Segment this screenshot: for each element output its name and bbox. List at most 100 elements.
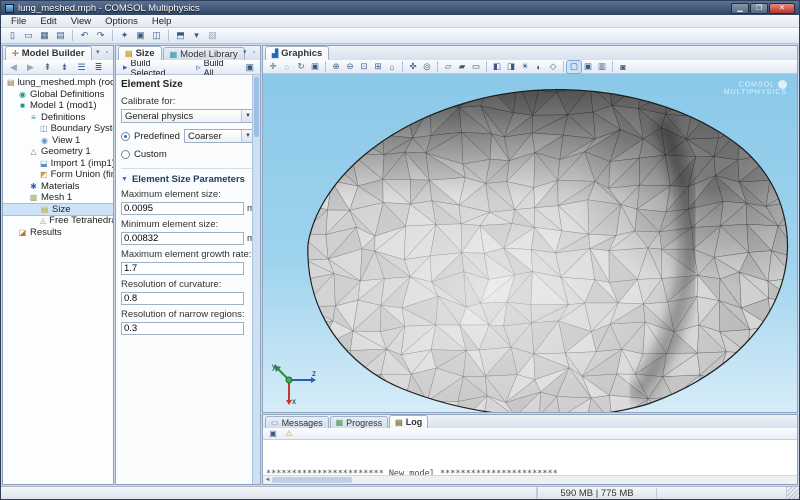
show-options-icon[interactable]: ≣	[91, 61, 106, 74]
view-yz-icon[interactable]: ▰	[455, 61, 469, 73]
perspective-icon[interactable]: ◨	[504, 61, 518, 73]
clear-log-icon[interactable]: ▣	[267, 429, 279, 439]
panel-buttons[interactable]: ▾ ▫	[243, 48, 257, 56]
resize-grip[interactable]	[787, 487, 799, 499]
tree-model-1[interactable]: ■ Model 1 (mod1)	[3, 100, 113, 112]
settings-tab[interactable]: ▤ Size	[118, 46, 162, 60]
tree-geometry-1[interactable]: △ Geometry 1	[3, 146, 113, 158]
go-to-default-view-icon[interactable]: ⌂	[385, 61, 399, 73]
dropdown-icon[interactable]: ▾	[189, 29, 204, 42]
minimum-element-size-field[interactable]	[121, 232, 244, 245]
lung-mesh-model[interactable]	[263, 74, 797, 412]
build-selected-icon: ▸	[123, 62, 128, 72]
tile-windows-icon[interactable]: ◫	[149, 29, 164, 42]
tree-root[interactable]: ▤ lung_meshed.mph (root)	[3, 77, 113, 89]
preferences-icon[interactable]: ✦	[117, 29, 132, 42]
settings-tab[interactable]: ▦ Model Library	[162, 47, 245, 60]
orthographic-icon[interactable]: ◧	[490, 61, 504, 73]
calibrate-for-select[interactable]: General physics ▼	[121, 109, 255, 123]
forward-icon[interactable]: ▶	[23, 61, 38, 74]
params-section-header[interactable]: ▼ Element Size Parameters	[121, 168, 255, 185]
back-icon[interactable]: ◀	[6, 61, 21, 74]
expand-all-icon[interactable]: ⇟	[57, 61, 72, 74]
zoom-extents-icon[interactable]: ⊡	[357, 61, 371, 73]
tree-mesh-1[interactable]: ▩ Mesh 1	[3, 192, 113, 204]
tree-import-1[interactable]: ⬓ Import 1 (imp1)	[3, 158, 113, 170]
log-tab[interactable]: ▭ Messages	[265, 416, 329, 428]
redo-icon[interactable]: ↷	[93, 29, 108, 42]
log-tab[interactable]: ▦ Progress	[329, 416, 389, 428]
zoom-out-icon[interactable]: ⊖	[343, 61, 357, 73]
undo-icon[interactable]: ↶	[77, 29, 92, 42]
maximum-element-size-field[interactable]	[121, 202, 244, 215]
select-icon[interactable]: ✛	[266, 61, 280, 73]
log-tab[interactable]: ▤ Log	[389, 415, 429, 428]
tree-materials[interactable]: ✱ Materials	[3, 181, 113, 193]
tree-definitions[interactable]: ≡ Definitions	[3, 112, 113, 124]
maximum-element-growth-rate-field[interactable]	[121, 262, 244, 275]
resolution-of-narrow-regions-field[interactable]	[121, 322, 244, 335]
tab-graphics[interactable]: ▟ Graphics	[265, 46, 330, 60]
collapse-all-icon[interactable]: ⇞	[40, 61, 55, 74]
app-icon	[5, 3, 14, 13]
root-icon: ▤	[7, 78, 15, 88]
tree-results[interactable]: ◪ Results	[3, 227, 113, 239]
window-icon[interactable]: ▣	[133, 29, 148, 42]
zoom-in-icon[interactable]: ⊕	[329, 61, 343, 73]
maximize-button[interactable]: ❐	[750, 2, 768, 14]
tab-model-builder[interactable]: ✛ Model Builder	[5, 46, 92, 60]
predefined-select[interactable]: Coarser ▼	[183, 129, 255, 143]
material-browser-icon[interactable]: ⬒	[173, 29, 188, 42]
zoom-box-icon[interactable]: ⊞	[371, 61, 385, 73]
build-selected-button[interactable]: ▸ Build Selected	[119, 58, 190, 78]
scroll-left-icon[interactable]: ◄	[263, 477, 272, 483]
image-export-icon[interactable]: ▨	[205, 29, 220, 42]
view-xy-icon[interactable]: ▱	[441, 61, 455, 73]
move-up-icon[interactable]: ☰	[74, 61, 89, 74]
tree-form-union[interactable]: ◩ Form Union (fin)	[3, 169, 113, 181]
image-icon[interactable]: ▣	[308, 61, 322, 73]
close-button[interactable]: ✕	[769, 2, 795, 14]
menu-item[interactable]: File	[4, 16, 33, 27]
model-builder-panel: ✛ Model Builder ▾ ▫ ◀ ▶ ⇞ ⇟ ☰ ≣ ▤ lung_meshed…	[2, 45, 114, 485]
select-adjacent-icon[interactable]: ▣	[581, 61, 595, 73]
menu-item[interactable]: Edit	[33, 16, 63, 27]
new-icon[interactable]: ▯	[5, 29, 20, 42]
menu-item[interactable]: Options	[98, 16, 145, 27]
predefined-radio[interactable]	[121, 131, 130, 141]
warnings-icon[interactable]: ⚠	[283, 429, 295, 439]
custom-radio[interactable]	[121, 150, 130, 159]
open-icon[interactable]: ▭	[21, 29, 36, 42]
toolbar-separator	[112, 30, 113, 41]
rotate-icon[interactable]: ◎	[420, 61, 434, 73]
menu-item[interactable]: Help	[145, 16, 179, 27]
minimize-button[interactable]: ▁	[731, 2, 749, 14]
transparency-icon[interactable]: ◐	[532, 61, 546, 73]
graphics-viewport[interactable]: COMSOL MULTIPHYSICS y z x	[263, 74, 797, 412]
scene-light-icon[interactable]: ☀	[518, 61, 532, 73]
settings-scrollbar[interactable]	[252, 75, 260, 484]
tree-size[interactable]: ▤ Size	[3, 202, 113, 216]
snapshot-icon[interactable]: ◙	[616, 61, 630, 73]
save-icon[interactable]: ▦	[37, 29, 52, 42]
tree-view-1[interactable]: ◉ View 1	[3, 135, 113, 147]
select-box-icon[interactable]: ▢	[566, 59, 582, 74]
resolution-of-curvature-field[interactable]	[121, 292, 244, 305]
log-scrollbar[interactable]: ◄	[263, 475, 797, 484]
view-zx-icon[interactable]: ▭	[469, 61, 483, 73]
refresh-icon[interactable]: ↻	[294, 61, 308, 73]
show-settings-icon[interactable]: ▣	[242, 61, 257, 74]
tree-boundary-system[interactable]: ◫ Boundary System 1 (sys1)	[3, 123, 113, 135]
print-icon[interactable]: ▤	[53, 29, 68, 42]
clip-plane-icon[interactable]: ▥	[595, 61, 609, 73]
build-all-button[interactable]: ▹ Build All	[192, 58, 238, 78]
wireframe-icon[interactable]: ◇	[546, 61, 560, 73]
tree-global-definitions[interactable]: ◉ Global Definitions	[3, 89, 113, 101]
menu-item[interactable]: View	[64, 16, 98, 27]
pan-icon[interactable]: ✜	[406, 61, 420, 73]
panel-buttons[interactable]: ▾ ▫	[96, 48, 110, 56]
memory-usage: 590 MB | 775 MB	[537, 487, 657, 499]
hide-icon[interactable]: ◌	[280, 61, 294, 73]
resolution-of-narrow-regions-field: Resolution of narrow regions:	[121, 309, 255, 335]
tree-free-tetrahedral[interactable]: ◬ Free Tetrahedral 1	[3, 215, 113, 227]
